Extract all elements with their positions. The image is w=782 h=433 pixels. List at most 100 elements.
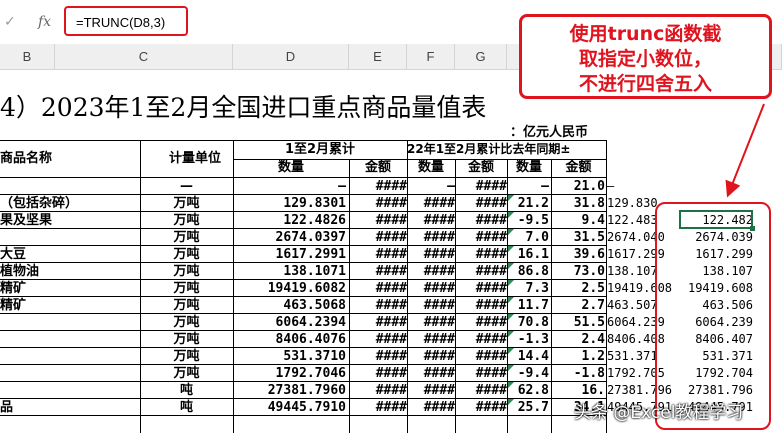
- row-col-f[interactable]: ####: [407, 365, 455, 382]
- row-col-f[interactable]: ####: [407, 297, 455, 314]
- confirm-icon[interactable]: ✓: [4, 14, 16, 30]
- row-col-g[interactable]: ####: [455, 280, 507, 297]
- row-col-f[interactable]: ####: [407, 280, 455, 297]
- row-unit[interactable]: 万吨: [140, 280, 233, 297]
- header-amt-5[interactable]: 金额: [551, 159, 606, 177]
- row-col-e[interactable]: ####: [349, 382, 407, 399]
- row-col-i[interactable]: 31.5: [551, 229, 605, 246]
- row-name[interactable]: 精矿: [0, 280, 140, 297]
- row-col-e[interactable]: ####: [349, 195, 407, 212]
- row-col-i[interactable]: 31.8: [551, 195, 605, 212]
- row-col-f[interactable]: ####: [407, 314, 455, 331]
- row-unit[interactable]: 万吨: [140, 297, 233, 314]
- row-name[interactable]: 大豆: [0, 246, 140, 263]
- column-header-c[interactable]: C: [55, 44, 233, 70]
- row-col-i[interactable]: 9.4: [551, 212, 605, 229]
- header-name[interactable]: 商品名称: [0, 140, 150, 177]
- row-col-i[interactable]: 51.5: [551, 314, 605, 331]
- row-col-f[interactable]: ####: [407, 229, 455, 246]
- row-col-d[interactable]: 27381.7960: [233, 382, 346, 399]
- row-col-e[interactable]: ####: [349, 399, 407, 416]
- row-col-e[interactable]: ####: [349, 229, 407, 246]
- row-col-d[interactable]: 463.5068: [233, 297, 346, 314]
- row-col-f[interactable]: ####: [407, 331, 455, 348]
- row-name[interactable]: [0, 365, 140, 382]
- row-col-f[interactable]: —: [407, 178, 455, 195]
- row-col-g[interactable]: ####: [455, 382, 507, 399]
- row-col-g[interactable]: ####: [455, 331, 507, 348]
- header-group-2[interactable]: 22年1至2月累计比去年同期±: [407, 140, 606, 159]
- row-col-d[interactable]: 49445.7910: [233, 399, 346, 416]
- row-col-g[interactable]: ####: [455, 178, 507, 195]
- header-amt-3[interactable]: 金额: [455, 159, 507, 177]
- row-col-i[interactable]: 2.7: [551, 297, 605, 314]
- row-col-g[interactable]: ####: [455, 348, 507, 365]
- row-col-f[interactable]: ####: [407, 263, 455, 280]
- row-unit[interactable]: 万吨: [140, 348, 233, 365]
- row-unit[interactable]: 万吨: [140, 212, 233, 229]
- row-col-f[interactable]: ####: [407, 195, 455, 212]
- row-col-i[interactable]: 16.: [551, 382, 605, 399]
- row-col-i[interactable]: 2.4: [551, 331, 605, 348]
- row-col-e[interactable]: ####: [349, 263, 407, 280]
- row-col-i[interactable]: 2.5: [551, 280, 605, 297]
- row-unit[interactable]: 万吨: [140, 195, 233, 212]
- row-col-e[interactable]: ####: [349, 331, 407, 348]
- row-name[interactable]: 植物油: [0, 263, 140, 280]
- column-header-f[interactable]: F: [407, 44, 455, 70]
- column-header-g[interactable]: G: [455, 44, 507, 70]
- row-unit[interactable]: 万吨: [140, 365, 233, 382]
- row-col-d[interactable]: 2674.0397: [233, 229, 346, 246]
- row-name[interactable]: 精矿: [0, 297, 140, 314]
- row-col-g[interactable]: ####: [455, 263, 507, 280]
- row-col-g[interactable]: ####: [455, 195, 507, 212]
- column-header-d[interactable]: D: [233, 44, 349, 70]
- row-col-g[interactable]: ####: [455, 297, 507, 314]
- row-col-i[interactable]: 73.0: [551, 263, 605, 280]
- row-unit[interactable]: 万吨: [140, 229, 233, 246]
- selected-cell[interactable]: [679, 210, 755, 231]
- row-col-d[interactable]: 6064.2394: [233, 314, 346, 331]
- row-col-e[interactable]: ####: [349, 297, 407, 314]
- row-name[interactable]: [0, 229, 140, 246]
- row-col-f[interactable]: ####: [407, 348, 455, 365]
- row-unit[interactable]: 万吨: [140, 246, 233, 263]
- row-col-i[interactable]: 1.2: [551, 348, 605, 365]
- row-col-i[interactable]: 21.0: [551, 178, 605, 195]
- header-amt-1[interactable]: 金额: [349, 159, 407, 177]
- row-col-d[interactable]: 138.1071: [233, 263, 346, 280]
- row-col-e[interactable]: ####: [349, 246, 407, 263]
- header-qty-0[interactable]: 数量: [233, 159, 349, 177]
- row-unit[interactable]: 吨: [140, 382, 233, 399]
- row-name[interactable]: [0, 331, 140, 348]
- row-col-f[interactable]: ####: [407, 382, 455, 399]
- row-col-h[interactable]: —: [507, 178, 549, 195]
- row-col-e[interactable]: ####: [349, 178, 407, 195]
- row-col-d[interactable]: —: [233, 178, 346, 195]
- row-unit[interactable]: 吨: [140, 399, 233, 416]
- header-group-1[interactable]: 1至2月累计: [233, 140, 407, 159]
- row-col-e[interactable]: ####: [349, 314, 407, 331]
- row-name[interactable]: 品: [0, 399, 140, 416]
- row-col-f[interactable]: ####: [407, 212, 455, 229]
- row-col-f[interactable]: ####: [407, 399, 455, 416]
- row-col-e[interactable]: ####: [349, 365, 407, 382]
- header-qty-2[interactable]: 数量: [407, 159, 455, 177]
- row-col-g[interactable]: ####: [455, 314, 507, 331]
- row-col-d[interactable]: 1617.2991: [233, 246, 346, 263]
- row-unit[interactable]: 万吨: [140, 314, 233, 331]
- row-col-d[interactable]: 122.4826: [233, 212, 346, 229]
- row-col-e[interactable]: ####: [349, 348, 407, 365]
- row-col-d[interactable]: 1792.7046: [233, 365, 346, 382]
- row-col-g[interactable]: ####: [455, 399, 507, 416]
- row-name[interactable]: [0, 348, 140, 365]
- row-col-d[interactable]: 129.8301: [233, 195, 346, 212]
- row-name[interactable]: [0, 314, 140, 331]
- row-unit[interactable]: —: [140, 178, 233, 195]
- row-name[interactable]: [0, 382, 140, 399]
- column-header-b[interactable]: B: [0, 44, 55, 70]
- row-unit[interactable]: 万吨: [140, 331, 233, 348]
- row-name[interactable]: 果及坚果: [0, 212, 140, 229]
- column-header-e[interactable]: E: [349, 44, 407, 70]
- formula-input[interactable]: =TRUNC(D8,3): [64, 6, 188, 36]
